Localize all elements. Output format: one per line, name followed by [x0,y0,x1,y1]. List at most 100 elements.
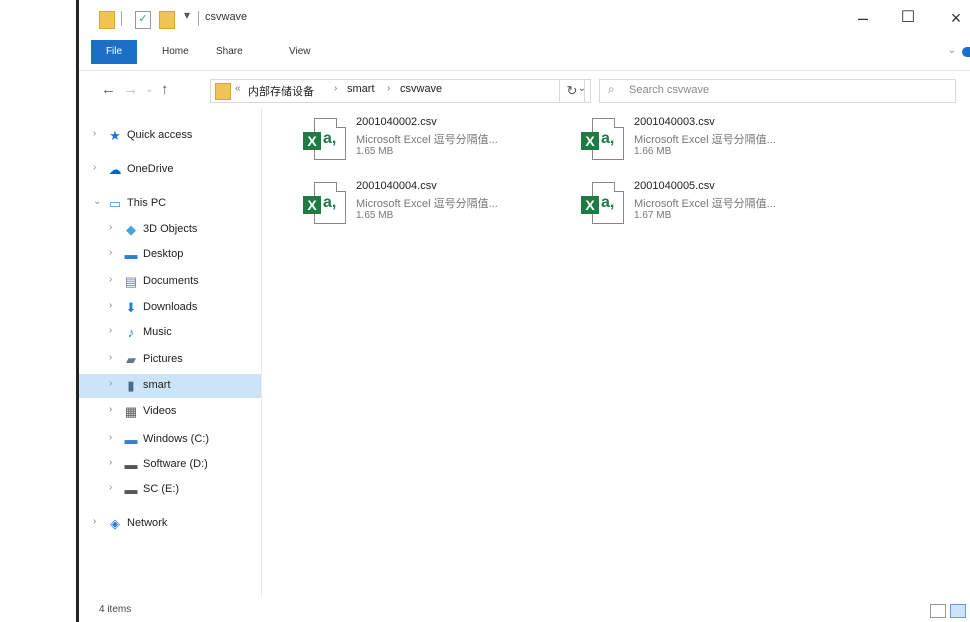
chevron-right-icon[interactable]: › [93,162,96,173]
excel-csv-icon: Xa, [300,118,348,164]
pane-divider[interactable] [261,108,262,598]
tab-view[interactable]: View [289,40,311,64]
picture-icon: ▰ [126,352,136,367]
excel-csv-icon: Xa, [300,182,348,228]
sidebar-item-label: This PC [127,197,167,209]
minimize-button[interactable]: – [848,8,878,28]
tab-file[interactable]: File [91,40,137,64]
chevron-right-icon[interactable]: › [109,274,112,285]
chevron-right-icon[interactable]: › [109,222,112,233]
file-item[interactable]: Xa, 2001040002.csv Microsoft Excel 逗号分隔值..… [300,116,570,178]
sidebar-item-pictures[interactable]: › ▰ Pictures [79,348,261,372]
sidebar-item-quick-access[interactable]: › ★ Quick access [79,124,261,148]
document-icon: ▤ [124,274,138,289]
maximize-button[interactable]: ☐ [893,8,923,28]
chevron-right-icon[interactable]: › [109,247,112,258]
chevron-right-icon[interactable]: › [93,128,96,139]
chevron-right-icon[interactable]: › [109,457,112,468]
chevron-right-icon[interactable]: › [109,352,112,363]
sidebar-item-smart[interactable]: › ▮ smart [79,374,261,398]
address-bar[interactable]: « 内部存储设备 › smart › csvwave ⌄ [210,79,591,103]
sidebar-item-onedrive[interactable]: › ☁ OneDrive [79,158,261,182]
sidebar-item-label: Music [143,326,172,338]
sidebar-item-3d-objects[interactable]: › ◆ 3D Objects [79,218,261,242]
sidebar-item-label: Pictures [143,353,183,365]
video-icon: ▦ [124,404,138,419]
navigation-pane: › ★ Quick access › ☁ OneDrive ⌄ ▭ This PC › ◆ 3D Ob… [79,118,261,598]
file-item[interactable]: Xa, 2001040003.csv Microsoft Excel 逗号分隔值..… [578,116,848,178]
breadcrumb-segment[interactable]: csvwave [400,83,442,95]
breadcrumb-separator[interactable]: › [334,83,337,94]
sidebar-item-label: smart [143,379,171,391]
large-icons-view-icon[interactable] [950,604,966,618]
device-icon: ▮ [127,378,135,393]
excel-csv-icon: Xa, [578,118,626,164]
chevron-right-icon[interactable]: › [109,432,112,443]
sidebar-item-label: SC (E:) [143,483,180,495]
file-name: 2001040004.csv [356,180,437,192]
chevron-right-icon[interactable]: › [109,482,112,493]
toolbar-separator [121,11,122,26]
sidebar-item-label: 3D Objects [143,223,198,235]
cloud-icon: ☁ [108,162,122,177]
chevron-right-icon[interactable]: › [93,516,96,527]
help-icon[interactable] [962,47,970,57]
close-button[interactable]: × [941,8,970,28]
excel-csv-icon: Xa, [578,182,626,228]
sidebar-item-downloads[interactable]: › ⬇ Downloads [79,296,261,320]
sidebar-item-label: Quick access [127,129,193,141]
file-item[interactable]: Xa, 2001040005.csv Microsoft Excel 逗号分隔值..… [578,180,848,242]
excel-badge: X [581,132,599,150]
expand-ribbon-icon[interactable]: ⌄ [948,45,956,56]
page-fold [614,118,624,128]
page-fold [336,182,346,192]
cube-icon: ◆ [126,222,136,237]
recent-locations-button[interactable]: ⌄ [145,84,153,95]
tab-share[interactable]: Share [216,40,243,64]
window-title: csvwave [205,11,248,23]
chevron-right-icon[interactable]: › [109,404,112,415]
music-icon: ♪ [127,325,135,340]
search-input[interactable]: Search csvwave [629,84,709,96]
sidebar-item-sc-e[interactable]: › ▬ SC (E:) [79,478,261,502]
details-view-icon[interactable] [930,604,946,618]
breadcrumb-segment[interactable]: smart [347,83,375,95]
up-button[interactable]: ↑ [161,81,169,98]
chevron-down-icon[interactable]: ⌄ [93,196,101,207]
breadcrumb-segment[interactable]: 内部存储设备 [248,83,314,99]
sidebar-item-videos[interactable]: › ▦ Videos [79,400,261,424]
customize-toolbar-dropdown[interactable]: ▾ [184,8,190,22]
new-folder-icon[interactable] [159,11,175,29]
sidebar-item-documents[interactable]: › ▤ Documents [79,270,261,294]
page-fold [614,182,624,192]
sidebar-item-windows-c[interactable]: › ▬ Windows (C:) [79,428,261,452]
sidebar-item-this-pc[interactable]: ⌄ ▭ This PC [79,192,261,216]
refresh-button[interactable]: ↻ [559,79,585,103]
address-row: ← → ⌄ ↑ « 内部存储设备 › smart › csvwave ⌄ ↻ ⌕… [79,74,970,108]
tab-home[interactable]: Home [162,40,189,64]
sidebar-item-label: Documents [143,275,199,287]
forward-button[interactable]: → [123,81,138,98]
sidebar-item-label: Windows (C:) [143,433,210,445]
sidebar-item-desktop[interactable]: › ▬ Desktop [79,243,261,267]
file-explorer-window: ✓ ▾ csvwave – ☐ × File Home Share View ⌄… [0,0,970,622]
sidebar-item-music[interactable]: › ♪ Music [79,321,261,345]
search-box[interactable]: ⌕ Search csvwave [599,79,956,103]
star-icon: ★ [109,128,121,143]
file-size: 1.65 MB [356,210,394,221]
sidebar-item-software-d[interactable]: › ▬ Software (D:) [79,453,261,477]
sidebar-item-label: Desktop [143,248,184,260]
sidebar-item-network[interactable]: › ◈ Network [79,512,261,536]
file-name: 2001040002.csv [356,116,437,128]
chevron-right-icon[interactable]: › [109,325,112,336]
address-overflow[interactable]: « [235,83,241,94]
breadcrumb-separator[interactable]: › [387,83,390,94]
folder-icon [99,11,115,29]
chevron-right-icon[interactable]: › [109,378,112,389]
chevron-right-icon[interactable]: › [109,300,112,311]
file-name: 2001040005.csv [634,180,715,192]
back-button[interactable]: ← [101,81,116,98]
properties-icon[interactable]: ✓ [135,11,151,29]
sidebar-item-label: Videos [143,405,177,417]
file-item[interactable]: Xa, 2001040004.csv Microsoft Excel 逗号分隔值..… [300,180,570,242]
